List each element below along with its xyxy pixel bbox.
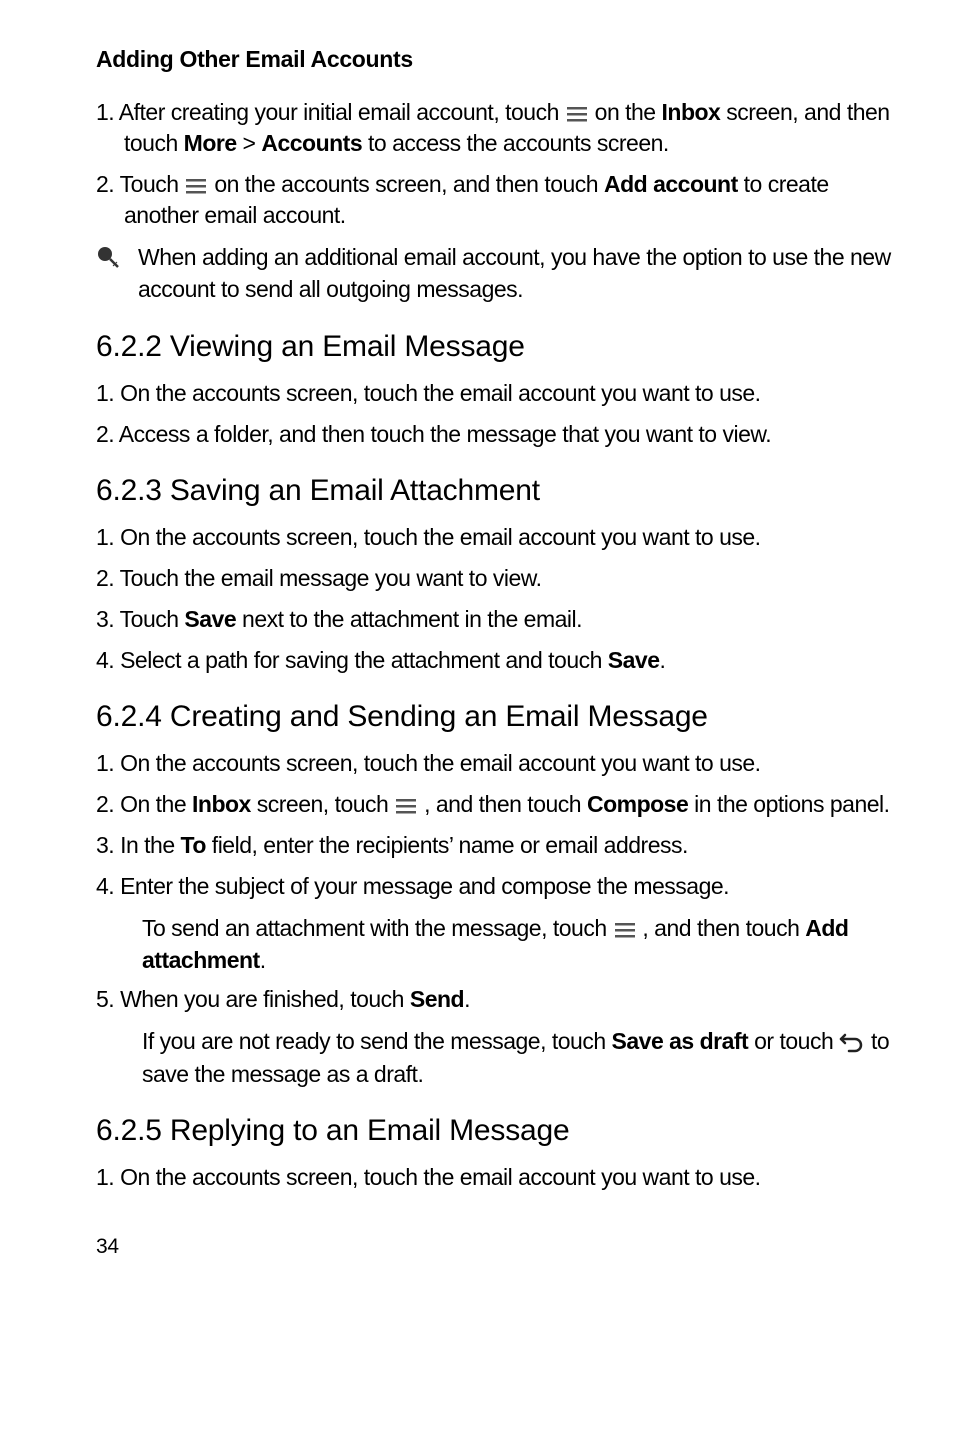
bold-text: Save (184, 606, 236, 632)
text: 2. On the (96, 791, 192, 817)
heading-624: 6.2.4 Creating and Sending an Email Mess… (96, 700, 892, 734)
list-item: 5. When you are finished, touch Send. (96, 984, 892, 1015)
text: 2. Touch (96, 171, 184, 197)
bold-text: More (184, 130, 237, 156)
page-number: 34 (96, 1235, 892, 1259)
text: , and then touch (642, 915, 805, 941)
list-item: 3. Touch Save next to the attachment in … (96, 604, 892, 635)
text: . (260, 947, 266, 973)
text: , and then touch (424, 791, 587, 817)
menu-icon (613, 920, 637, 940)
menu-icon (184, 176, 208, 196)
menu-icon (394, 796, 418, 816)
bold-text: Accounts (261, 130, 362, 156)
text: To send an attachment with the message, … (142, 915, 613, 941)
list-item: 4. Enter the subject of your message and… (96, 871, 892, 902)
steps-622: 1. On the accounts screen, touch the ema… (96, 378, 892, 450)
note-text: When adding an additional email account,… (138, 241, 892, 305)
back-icon (839, 1031, 865, 1053)
attachment-note: To send an attachment with the message, … (142, 912, 892, 976)
document-page: Adding Other Email Accounts 1. After cre… (0, 0, 954, 1299)
list-item: 3. In the To field, enter the recipients… (96, 830, 892, 861)
text: . (464, 986, 470, 1012)
list-item: 4. Select a path for saving the attachme… (96, 645, 892, 676)
list-item: 2. Touch the email message you want to v… (96, 563, 892, 594)
text: field, enter the recipients’ name or ema… (206, 832, 688, 858)
list-item: 2. On the Inbox screen, touch , and then… (96, 789, 892, 820)
list-item: 1. After creating your initial email acc… (96, 97, 892, 159)
list-item: 2. Touch on the accounts screen, and the… (96, 169, 892, 231)
bold-text: Save as draft (612, 1028, 749, 1054)
text: or touch (748, 1028, 839, 1054)
list-item: 1. On the accounts screen, touch the ema… (96, 522, 892, 553)
text: . (660, 647, 666, 673)
steps-624b: 5. When you are finished, touch Send. (96, 984, 892, 1015)
list-item: 2. Access a folder, and then touch the m… (96, 419, 892, 450)
heading-623: 6.2.3 Saving an Email Attachment (96, 474, 892, 508)
text: next to the attachment in the email. (236, 606, 582, 632)
bold-text: Compose (587, 791, 688, 817)
heading-622: 6.2.2 Viewing an Email Message (96, 330, 892, 364)
text: 5. When you are finished, touch (96, 986, 410, 1012)
bold-text: Inbox (192, 791, 251, 817)
steps-adding-accounts: 1. After creating your initial email acc… (96, 97, 892, 231)
bold-text: Add account (604, 171, 738, 197)
text: > (237, 130, 262, 156)
bold-text: Send (410, 986, 464, 1012)
text: 3. Touch (96, 606, 184, 632)
heading-adding-accounts: Adding Other Email Accounts (96, 46, 892, 73)
list-item: 1. On the accounts screen, touch the ema… (96, 378, 892, 409)
text: on the (595, 99, 662, 125)
bold-text: To (181, 832, 206, 858)
menu-icon (565, 104, 589, 124)
steps-623: 1. On the accounts screen, touch the ema… (96, 522, 892, 676)
steps-624: 1. On the accounts screen, touch the ema… (96, 748, 892, 902)
list-item: 1. On the accounts screen, touch the ema… (96, 748, 892, 779)
text: If you are not ready to send the message… (142, 1028, 612, 1054)
list-item: 1. On the accounts screen, touch the ema… (96, 1162, 892, 1193)
text: screen, touch (251, 791, 394, 817)
bold-text: Save (608, 647, 660, 673)
text: on the accounts screen, and then touch (214, 171, 604, 197)
heading-625: 6.2.5 Replying to an Email Message (96, 1114, 892, 1148)
steps-625: 1. On the accounts screen, touch the ema… (96, 1162, 892, 1193)
text: 3. In the (96, 832, 181, 858)
text: 1. After creating your initial email acc… (96, 99, 565, 125)
note-block: When adding an additional email account,… (96, 241, 892, 305)
draft-note: If you are not ready to send the message… (142, 1025, 892, 1089)
bold-text: Inbox (662, 99, 721, 125)
text: 4. Select a path for saving the attachme… (96, 647, 608, 673)
tip-icon (96, 245, 122, 276)
text: in the options panel. (688, 791, 889, 817)
text: to access the accounts screen. (362, 130, 669, 156)
